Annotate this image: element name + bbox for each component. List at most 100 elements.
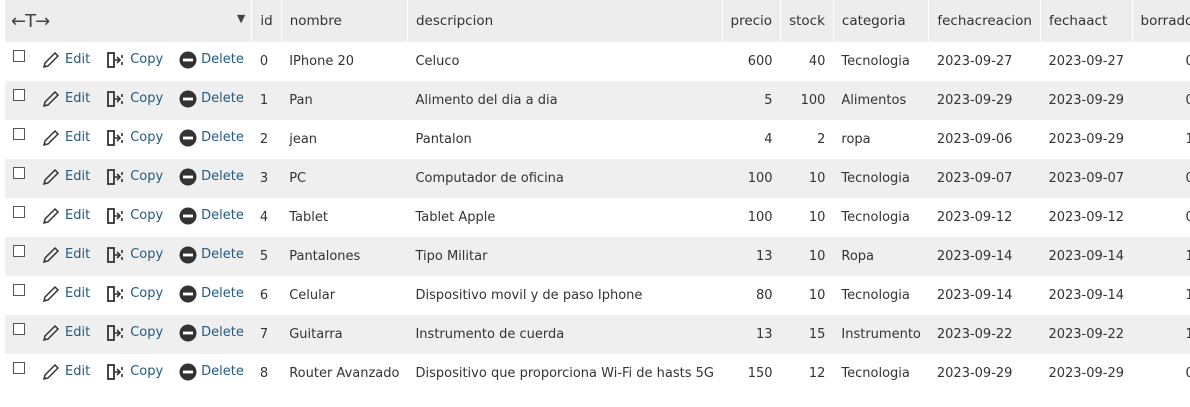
cell-fechaact: 2023-09-07 <box>1040 159 1132 198</box>
edit-button[interactable]: Edit <box>41 167 90 187</box>
delete-button[interactable]: Delete <box>179 207 244 225</box>
delete-label[interactable]: Delete <box>201 325 244 340</box>
column-header-stock[interactable]: stock <box>780 0 834 42</box>
copy-label[interactable]: Copy <box>130 91 163 106</box>
cell-id: 6 <box>259 288 269 303</box>
delete-button[interactable]: Delete <box>179 363 244 381</box>
column-header-precio[interactable]: precio <box>722 0 782 42</box>
edit-label[interactable]: Edit <box>65 364 90 379</box>
cell-categoria: Alimentos <box>833 81 929 120</box>
delete-button[interactable]: Delete <box>179 129 244 147</box>
cell-fechaact: 2023-09-12 <box>1048 210 1124 225</box>
chevron-down-icon[interactable]: ▼ <box>237 12 245 25</box>
copy-button[interactable]: Copy <box>106 323 163 343</box>
delete-button[interactable]: Delete <box>179 285 244 303</box>
copy-label[interactable]: Copy <box>130 247 163 262</box>
row-checkbox[interactable] <box>13 205 25 218</box>
delete-label[interactable]: Delete <box>201 169 244 184</box>
edit-button[interactable]: Edit <box>41 89 90 109</box>
row-checkbox[interactable] <box>13 361 25 374</box>
cell-id: 7 <box>251 315 282 354</box>
copy-label[interactable]: Copy <box>130 364 163 379</box>
edit-label[interactable]: Edit <box>65 325 90 340</box>
delete-label[interactable]: Delete <box>201 247 244 262</box>
copy-button[interactable]: Copy <box>106 206 163 226</box>
cell-id: 8 <box>259 366 269 381</box>
pencil-icon <box>42 324 60 341</box>
copy-label[interactable]: Copy <box>130 286 163 301</box>
delete-label[interactable]: Delete <box>201 52 244 67</box>
copy-button[interactable]: Copy <box>106 284 163 304</box>
column-header-id[interactable]: id <box>251 0 282 42</box>
pencil-icon <box>42 168 60 185</box>
cell-nombre: Router Avanzado <box>289 366 400 381</box>
delete-button[interactable]: Delete <box>179 90 244 108</box>
minus-circle-icon <box>179 90 197 107</box>
copy-button[interactable]: Copy <box>106 128 163 148</box>
row-checkbox[interactable] <box>13 244 25 257</box>
delete-button[interactable]: Delete <box>179 51 244 69</box>
copy-button[interactable]: Copy <box>106 167 163 187</box>
row-checkbox[interactable] <box>13 166 25 179</box>
delete-label[interactable]: Delete <box>201 91 244 106</box>
copy-label[interactable]: Copy <box>130 52 163 67</box>
delete-label[interactable]: Delete <box>201 208 244 223</box>
cell-stock: 10 <box>808 288 826 303</box>
delete-label[interactable]: Delete <box>201 364 244 379</box>
column-header-fechacreacion[interactable]: fechacreacion <box>928 0 1041 42</box>
edit-button[interactable]: Edit <box>41 206 90 226</box>
minus-circle-icon <box>179 324 197 341</box>
column-arrows[interactable]: ←T→ <box>11 11 50 32</box>
cell-fechacreacion: 2023-09-14 <box>928 237 1041 276</box>
column-header-descripcion[interactable]: descripcion <box>407 0 723 42</box>
edit-label[interactable]: Edit <box>65 52 90 67</box>
cell-precio: 5 <box>722 81 781 120</box>
edit-button[interactable]: Edit <box>41 245 90 265</box>
row-checkbox[interactable] <box>13 283 25 296</box>
copy-button[interactable]: Copy <box>106 245 163 265</box>
edit-button[interactable]: Edit <box>41 284 90 304</box>
column-header-nombre[interactable]: nombre <box>281 0 408 42</box>
cell-precio: 600 <box>747 54 773 69</box>
cell-borrado: 0 <box>1185 54 1190 69</box>
column-header-fechaact[interactable]: fechaact <box>1040 0 1133 42</box>
edit-button[interactable]: Edit <box>41 362 90 382</box>
edit-label[interactable]: Edit <box>65 286 90 301</box>
cell-stock: 2 <box>817 132 826 147</box>
cell-id: 4 <box>259 210 269 225</box>
cell-fechaact: 2023-09-14 <box>1048 288 1124 303</box>
row-checkbox[interactable] <box>13 88 25 101</box>
copy-button[interactable]: Copy <box>106 50 163 70</box>
edit-label[interactable]: Edit <box>65 130 90 145</box>
cell-descripcion: Instrumento de cuerda <box>407 315 722 354</box>
cell-stock: 100 <box>780 81 834 120</box>
delete-button[interactable]: Delete <box>179 324 244 342</box>
row-checkbox[interactable] <box>13 127 25 140</box>
cell-stock: 10 <box>808 210 826 225</box>
column-header-borrado[interactable]: borrado <box>1132 0 1190 42</box>
delete-button[interactable]: Delete <box>179 246 244 264</box>
edit-button[interactable]: Edit <box>41 50 90 70</box>
cell-borrado: 0 <box>1185 366 1190 381</box>
copy-label[interactable]: Copy <box>130 325 163 340</box>
copy-button[interactable]: Copy <box>106 89 163 109</box>
edit-label[interactable]: Edit <box>65 208 90 223</box>
row-checkbox[interactable] <box>13 322 25 335</box>
cell-fechacreacion: 2023-09-07 <box>928 159 1041 198</box>
edit-button[interactable]: Edit <box>41 323 90 343</box>
copy-label[interactable]: Copy <box>130 130 163 145</box>
edit-button[interactable]: Edit <box>41 128 90 148</box>
cell-precio: 100 <box>747 210 773 225</box>
edit-label[interactable]: Edit <box>65 247 90 262</box>
edit-label[interactable]: Edit <box>65 169 90 184</box>
copy-label[interactable]: Copy <box>130 169 163 184</box>
copy-label[interactable]: Copy <box>130 208 163 223</box>
row-checkbox[interactable] <box>13 49 25 62</box>
delete-button[interactable]: Delete <box>179 168 244 186</box>
column-header-categoria[interactable]: categoria <box>833 0 930 42</box>
delete-label[interactable]: Delete <box>201 130 244 145</box>
delete-label[interactable]: Delete <box>201 286 244 301</box>
edit-label[interactable]: Edit <box>65 91 90 106</box>
copy-button[interactable]: Copy <box>106 362 163 382</box>
column-controls[interactable]: ←T→ ▼ <box>5 0 253 42</box>
